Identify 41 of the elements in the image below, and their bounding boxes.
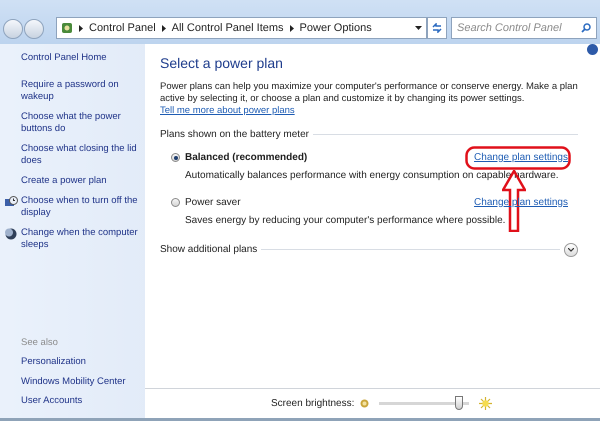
- help-link[interactable]: Tell me more about power plans: [160, 105, 295, 116]
- search-icon: [581, 23, 591, 33]
- page-title: Select a power plan: [160, 54, 284, 73]
- chevron-right-icon: [162, 24, 166, 32]
- radio-button[interactable]: [171, 153, 180, 162]
- monitor-clock-icon: [5, 196, 18, 208]
- sidebar-link[interactable]: Control Panel Home: [21, 51, 143, 66]
- address-bar[interactable]: Control Panel All Control Panel Items Power Options: [56, 17, 427, 39]
- dropdown-arrow-icon[interactable]: [415, 26, 422, 30]
- sidebar-link[interactable]: Windows Mobility Center: [21, 374, 143, 389]
- control-panel-icon: [61, 22, 73, 34]
- sidebar-link[interactable]: Choose when to turn off the display: [21, 195, 143, 220]
- plan-name: Power saver: [185, 196, 241, 210]
- sidebar-link[interactable]: Choose what closing the lid does: [21, 143, 143, 168]
- chevron-down-icon: [568, 248, 574, 252]
- slider-thumb[interactable]: [454, 396, 463, 410]
- sidebar-link[interactable]: Create a power plan: [21, 175, 107, 188]
- radio-button[interactable]: [171, 198, 180, 207]
- sidebar-link[interactable]: Personalization: [21, 355, 143, 370]
- bright-sun-icon: [479, 397, 492, 410]
- breadcrumb-item[interactable]: Power Options: [300, 20, 372, 36]
- sidebar-link[interactable]: Change when the computer sleeps: [21, 227, 143, 252]
- moon-icon: [5, 228, 17, 240]
- group-heading: Plans shown on the battery meter: [160, 128, 309, 142]
- plan-name: Balanced (recommended): [185, 151, 308, 165]
- breadcrumb-item[interactable]: All Control Panel Items: [172, 20, 284, 36]
- refresh-icon: [432, 23, 442, 33]
- breadcrumb-item[interactable]: Control Panel: [89, 20, 156, 36]
- brightness-label: Screen brightness:: [271, 397, 354, 411]
- refresh-button[interactable]: [427, 17, 447, 39]
- chevron-right-icon: [290, 24, 294, 32]
- show-additional-plans[interactable]: Show additional plans: [160, 242, 258, 257]
- sidebar-link[interactable]: Choose what the power buttons do: [21, 111, 143, 136]
- dim-sun-icon: [360, 399, 370, 408]
- intro-paragraph: Power plans can help you maximize your computer's performance or conserve energy. Make a plan active by selecting it, or choose a plan and customize it by changing its power settings. Tell me more about power plans: [160, 81, 579, 117]
- chevron-right-icon: [79, 24, 83, 32]
- expand-button[interactable]: [564, 242, 578, 256]
- sidebar-link[interactable]: Require a password on wakeup: [21, 79, 143, 104]
- see-also-heading: See also: [21, 336, 59, 350]
- plan-description: Saves energy by reducing your computer's performance where possible.: [184, 214, 506, 228]
- sidebar-link[interactable]: User Accounts: [21, 394, 143, 408]
